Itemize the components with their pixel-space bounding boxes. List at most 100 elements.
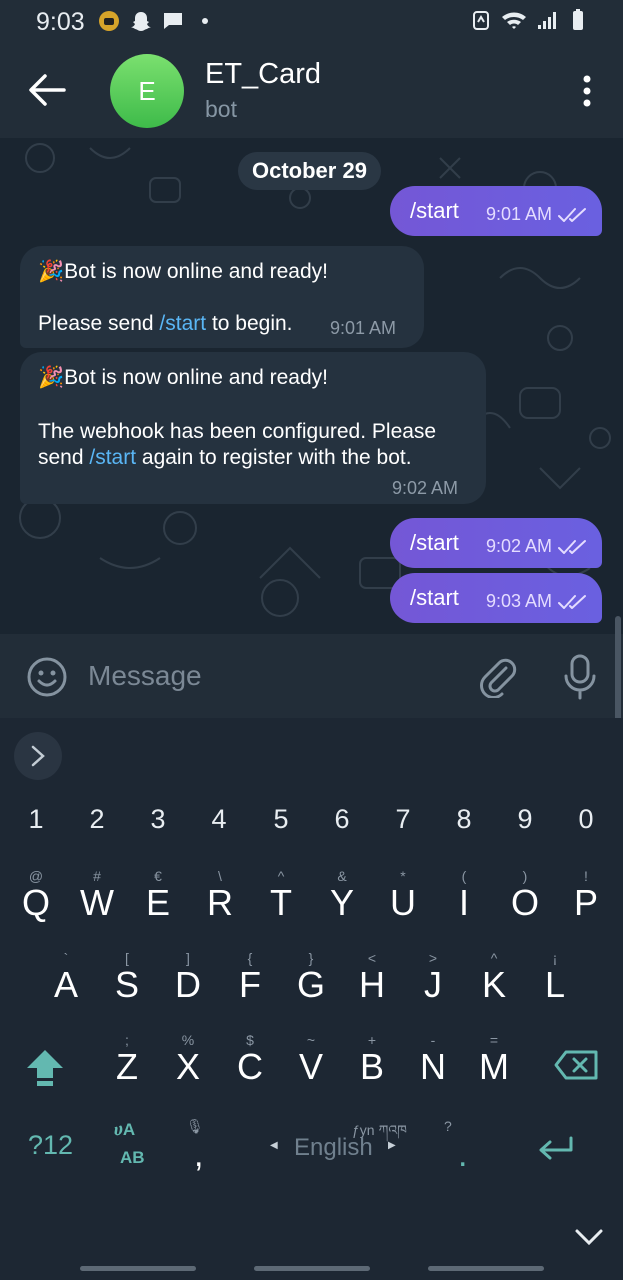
party-icon: 🎉 <box>38 366 65 389</box>
battery-icon <box>573 9 583 30</box>
gold-app-icon <box>99 11 119 31</box>
key-s[interactable]: [S <box>103 950 151 1010</box>
incoming-message[interactable]: 🎉Bot is now online and ready! Please sen… <box>20 246 424 348</box>
message-text: /start <box>410 530 459 555</box>
message-time: 9:03 AM <box>485 591 552 611</box>
key-z[interactable]: ; Z <box>103 1032 151 1092</box>
wifi-icon <box>502 12 526 29</box>
arrow-left-icon: ◀ <box>270 1140 278 1151</box>
back-arrow-icon[interactable] <box>28 72 66 108</box>
chat-subtitle: bot <box>205 96 237 122</box>
nav-handle-left <box>80 1266 196 1271</box>
symbols-key[interactable]: ?12 <box>28 1130 73 1161</box>
message-line: send /start again to register with the b… <box>38 446 412 469</box>
backspace-icon[interactable] <box>554 1050 598 1080</box>
date-separator: October 29 <box>238 152 381 190</box>
comma-key[interactable]: 🎙 , <box>186 1118 216 1174</box>
key-o[interactable]: ) O <box>501 868 549 928</box>
more-options-icon[interactable] <box>579 74 595 108</box>
key-row-2: ` A [S ] D {F } G < H > J ^ K ¡ L <box>0 950 623 1010</box>
language-switch-key[interactable]: ሀA AB <box>108 1118 152 1170</box>
key-w[interactable]: # W <box>73 868 121 928</box>
snapchat-icon <box>131 12 151 31</box>
message-meta: 9:02 AM <box>486 536 588 557</box>
party-icon: 🎉 <box>38 260 65 283</box>
message-line: 🎉Bot is now online and ready! <box>38 260 328 283</box>
chat-header: E ET_Card bot <box>0 44 623 138</box>
composer-bar <box>0 634 623 718</box>
arrow-right-icon: ▶ <box>388 1140 396 1151</box>
message-icon <box>164 13 182 29</box>
start-command-link[interactable]: /start <box>159 312 206 335</box>
key-2[interactable]: 2 <box>77 804 117 835</box>
key-5[interactable]: 5 <box>261 804 301 835</box>
key-h[interactable]: < H <box>348 950 396 1010</box>
key-6[interactable]: 6 <box>322 804 362 835</box>
chat-title[interactable]: ET_Card <box>205 58 321 91</box>
key-4[interactable]: 4 <box>199 804 239 835</box>
message-list[interactable]: October 29 /start 9:01 AM 🎉Bot is now on… <box>0 138 623 634</box>
key-t[interactable]: ^ T <box>257 868 305 928</box>
message-text: /start <box>410 585 459 610</box>
message-line: Please send /start to begin. <box>38 312 293 335</box>
key-e[interactable]: € E <box>134 868 182 928</box>
avatar[interactable]: E <box>110 54 184 128</box>
key-x[interactable]: % X <box>164 1032 212 1092</box>
message-time: 9:02 AM <box>392 478 459 498</box>
key-l[interactable]: ¡ L <box>531 950 579 1010</box>
key-k[interactable]: ^ K <box>470 950 518 1010</box>
key-a[interactable]: ` A <box>42 950 90 1010</box>
key-c[interactable]: $ C <box>226 1032 274 1092</box>
number-row: 1 2 3 4 5 6 7 8 9 0 <box>0 804 623 844</box>
signal-icon <box>538 12 556 29</box>
key-d[interactable]: ] D <box>164 950 212 1010</box>
key-9[interactable]: 9 <box>505 804 545 835</box>
keyboard-toolbar-expand[interactable] <box>14 732 62 780</box>
status-bar: 9:03 <box>0 0 623 44</box>
outgoing-message[interactable]: /start 9:01 AM <box>390 186 602 236</box>
key-f[interactable]: {F <box>226 950 274 1010</box>
outgoing-message[interactable]: /start 9:03 AM <box>390 573 602 623</box>
message-line: 🎉Bot is now online and ready! <box>38 366 328 389</box>
nav-handle-center <box>254 1266 370 1271</box>
microphone-icon[interactable] <box>562 654 598 700</box>
key-n[interactable]: -N <box>409 1032 457 1092</box>
key-q[interactable]: @ Q <box>12 868 60 928</box>
nav-handle-right <box>428 1266 544 1271</box>
period-key[interactable]: ? . <box>444 1118 480 1174</box>
dot-icon <box>202 18 208 24</box>
double-check-icon <box>558 539 586 554</box>
double-check-icon <box>558 207 586 222</box>
outgoing-message[interactable]: /start 9:02 AM <box>390 518 602 568</box>
incoming-message[interactable]: 🎉Bot is now online and ready! The webhoo… <box>20 352 486 504</box>
space-key[interactable]: ƒyn ཀའཁ ◀ English ▶ <box>262 1114 416 1174</box>
key-v[interactable]: ~ V <box>287 1032 335 1092</box>
avatar-letter: E <box>138 75 156 106</box>
key-i[interactable]: (I <box>440 868 488 928</box>
key-7[interactable]: 7 <box>383 804 423 835</box>
key-m[interactable]: = M <box>470 1032 518 1092</box>
emoji-icon[interactable] <box>26 656 68 698</box>
key-1[interactable]: 1 <box>16 804 56 835</box>
system-icons <box>470 9 589 31</box>
key-b[interactable]: + B <box>348 1032 396 1092</box>
enter-icon[interactable] <box>538 1136 574 1162</box>
key-3[interactable]: 3 <box>138 804 178 835</box>
keyboard: 1 2 3 4 5 6 7 8 9 0 @ Q # W € E \ R ^ T & Y * U… <box>0 718 623 1280</box>
key-g[interactable]: } G <box>287 950 335 1010</box>
hide-keyboard-icon[interactable] <box>574 1226 604 1250</box>
key-u[interactable]: * U <box>379 868 427 928</box>
message-meta: 9:01 AM <box>486 204 588 225</box>
key-r[interactable]: \ R <box>196 868 244 928</box>
key-p[interactable]: ! P <box>562 868 610 928</box>
message-input[interactable] <box>88 652 448 700</box>
start-command-link[interactable]: /start <box>89 446 136 469</box>
attach-icon[interactable] <box>478 656 518 698</box>
key-0[interactable]: 0 <box>566 804 606 835</box>
key-8[interactable]: 8 <box>444 804 484 835</box>
notification-icons <box>98 10 216 32</box>
key-y[interactable]: & Y <box>318 868 366 928</box>
chevron-right-icon <box>31 745 45 767</box>
key-j[interactable]: > J <box>409 950 457 1010</box>
status-time: 9:03 <box>36 8 85 36</box>
